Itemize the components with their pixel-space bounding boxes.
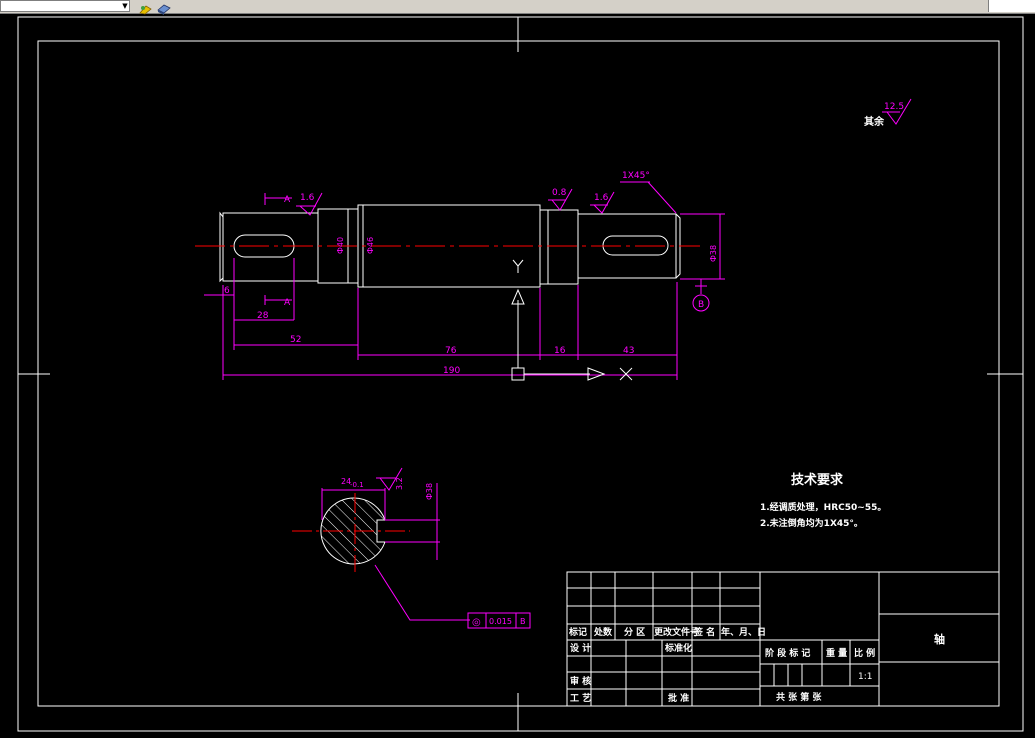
tb-process: 工 艺 — [570, 692, 591, 704]
tb-scale-label: 比 例 — [854, 647, 875, 659]
tolerance-datum: B — [520, 617, 526, 626]
section-a-label-top: A — [284, 195, 291, 205]
tech-req-title: 技术要求 — [791, 472, 844, 488]
tb-header-count: 处数 — [593, 626, 613, 638]
datum-b-label: B — [698, 300, 704, 310]
dim-52: 52 — [290, 335, 301, 345]
dim-right-dia: Ф38 — [709, 245, 718, 262]
tech-requirements: 技术要求 1.经调质处理，HRC50~55。 2.未注倒角均为1X45°。 — [760, 472, 886, 529]
dim-total: 190 — [443, 366, 460, 376]
cad-drawing[interactable]: 12.5 其余 A A 1.6 0.8 1.6 1X45° Ф40 Ф46 Ф3… — [0, 0, 1035, 738]
tech-req-item-2: 2.未注倒角均为1X45°。 — [760, 517, 863, 529]
roughness-4: 3.2 — [395, 477, 404, 490]
tb-scale-value: 1:1 — [858, 672, 872, 682]
tb-review: 审 核 — [570, 675, 591, 687]
tb-header-mark: 标记 — [568, 626, 587, 638]
dim-left-6: 6 — [224, 286, 230, 296]
dim-key-28: 28 — [257, 311, 269, 321]
tb-weight: 重 量 — [826, 647, 847, 659]
tb-sheet: 共 张 第 张 — [776, 691, 822, 703]
cross-section: 24 -0.1 3.2 Ф38 ◎ 0.015 B — [292, 467, 531, 629]
dim-76: 76 — [445, 346, 457, 356]
dim-16: 16 — [554, 346, 566, 356]
roughness-1: 1.6 — [300, 193, 315, 203]
dim-section-dia: Ф38 — [425, 483, 434, 500]
tb-design: 设 计 — [570, 642, 591, 654]
tb-standard: 标准化 — [664, 642, 692, 654]
tb-header-date: 年、月、日 — [721, 626, 766, 638]
tb-header-docno: 更改文件号 — [654, 626, 699, 638]
tb-stage: 阶 段 标 记 — [765, 647, 810, 659]
section-a-label-bottom: A — [284, 298, 291, 308]
tb-header-sign: 签 名 — [693, 626, 715, 638]
roughness-general: 12.5 其余 — [864, 98, 912, 128]
tolerance-value: 0.015 — [489, 617, 512, 626]
roughness-2: 0.8 — [552, 188, 567, 198]
dim-body-dia: Ф46 — [366, 237, 375, 254]
tb-approve: 批 准 — [668, 692, 689, 704]
dim-shoulder-dia: Ф40 — [336, 237, 345, 254]
tech-req-item-1: 1.经调质处理，HRC50~55。 — [760, 501, 886, 513]
tolerance-symbol: ◎ — [472, 617, 481, 628]
roughness-3: 1.6 — [594, 193, 609, 203]
tb-part-name: 轴 — [934, 632, 945, 646]
roughness-general-value: 12.5 — [884, 102, 904, 112]
dim-section-depth: -0.1 — [350, 481, 364, 489]
tb-header-zone: 分 区 — [624, 626, 645, 638]
title-block-text: 标记 处数 分 区 更改文件号 签 名 年、月、日 设 计 标准化 审 核 工 … — [568, 626, 945, 704]
roughness-general-label: 其余 — [864, 115, 885, 128]
dim-43: 43 — [623, 346, 634, 356]
chamfer-note: 1X45° — [622, 171, 650, 181]
